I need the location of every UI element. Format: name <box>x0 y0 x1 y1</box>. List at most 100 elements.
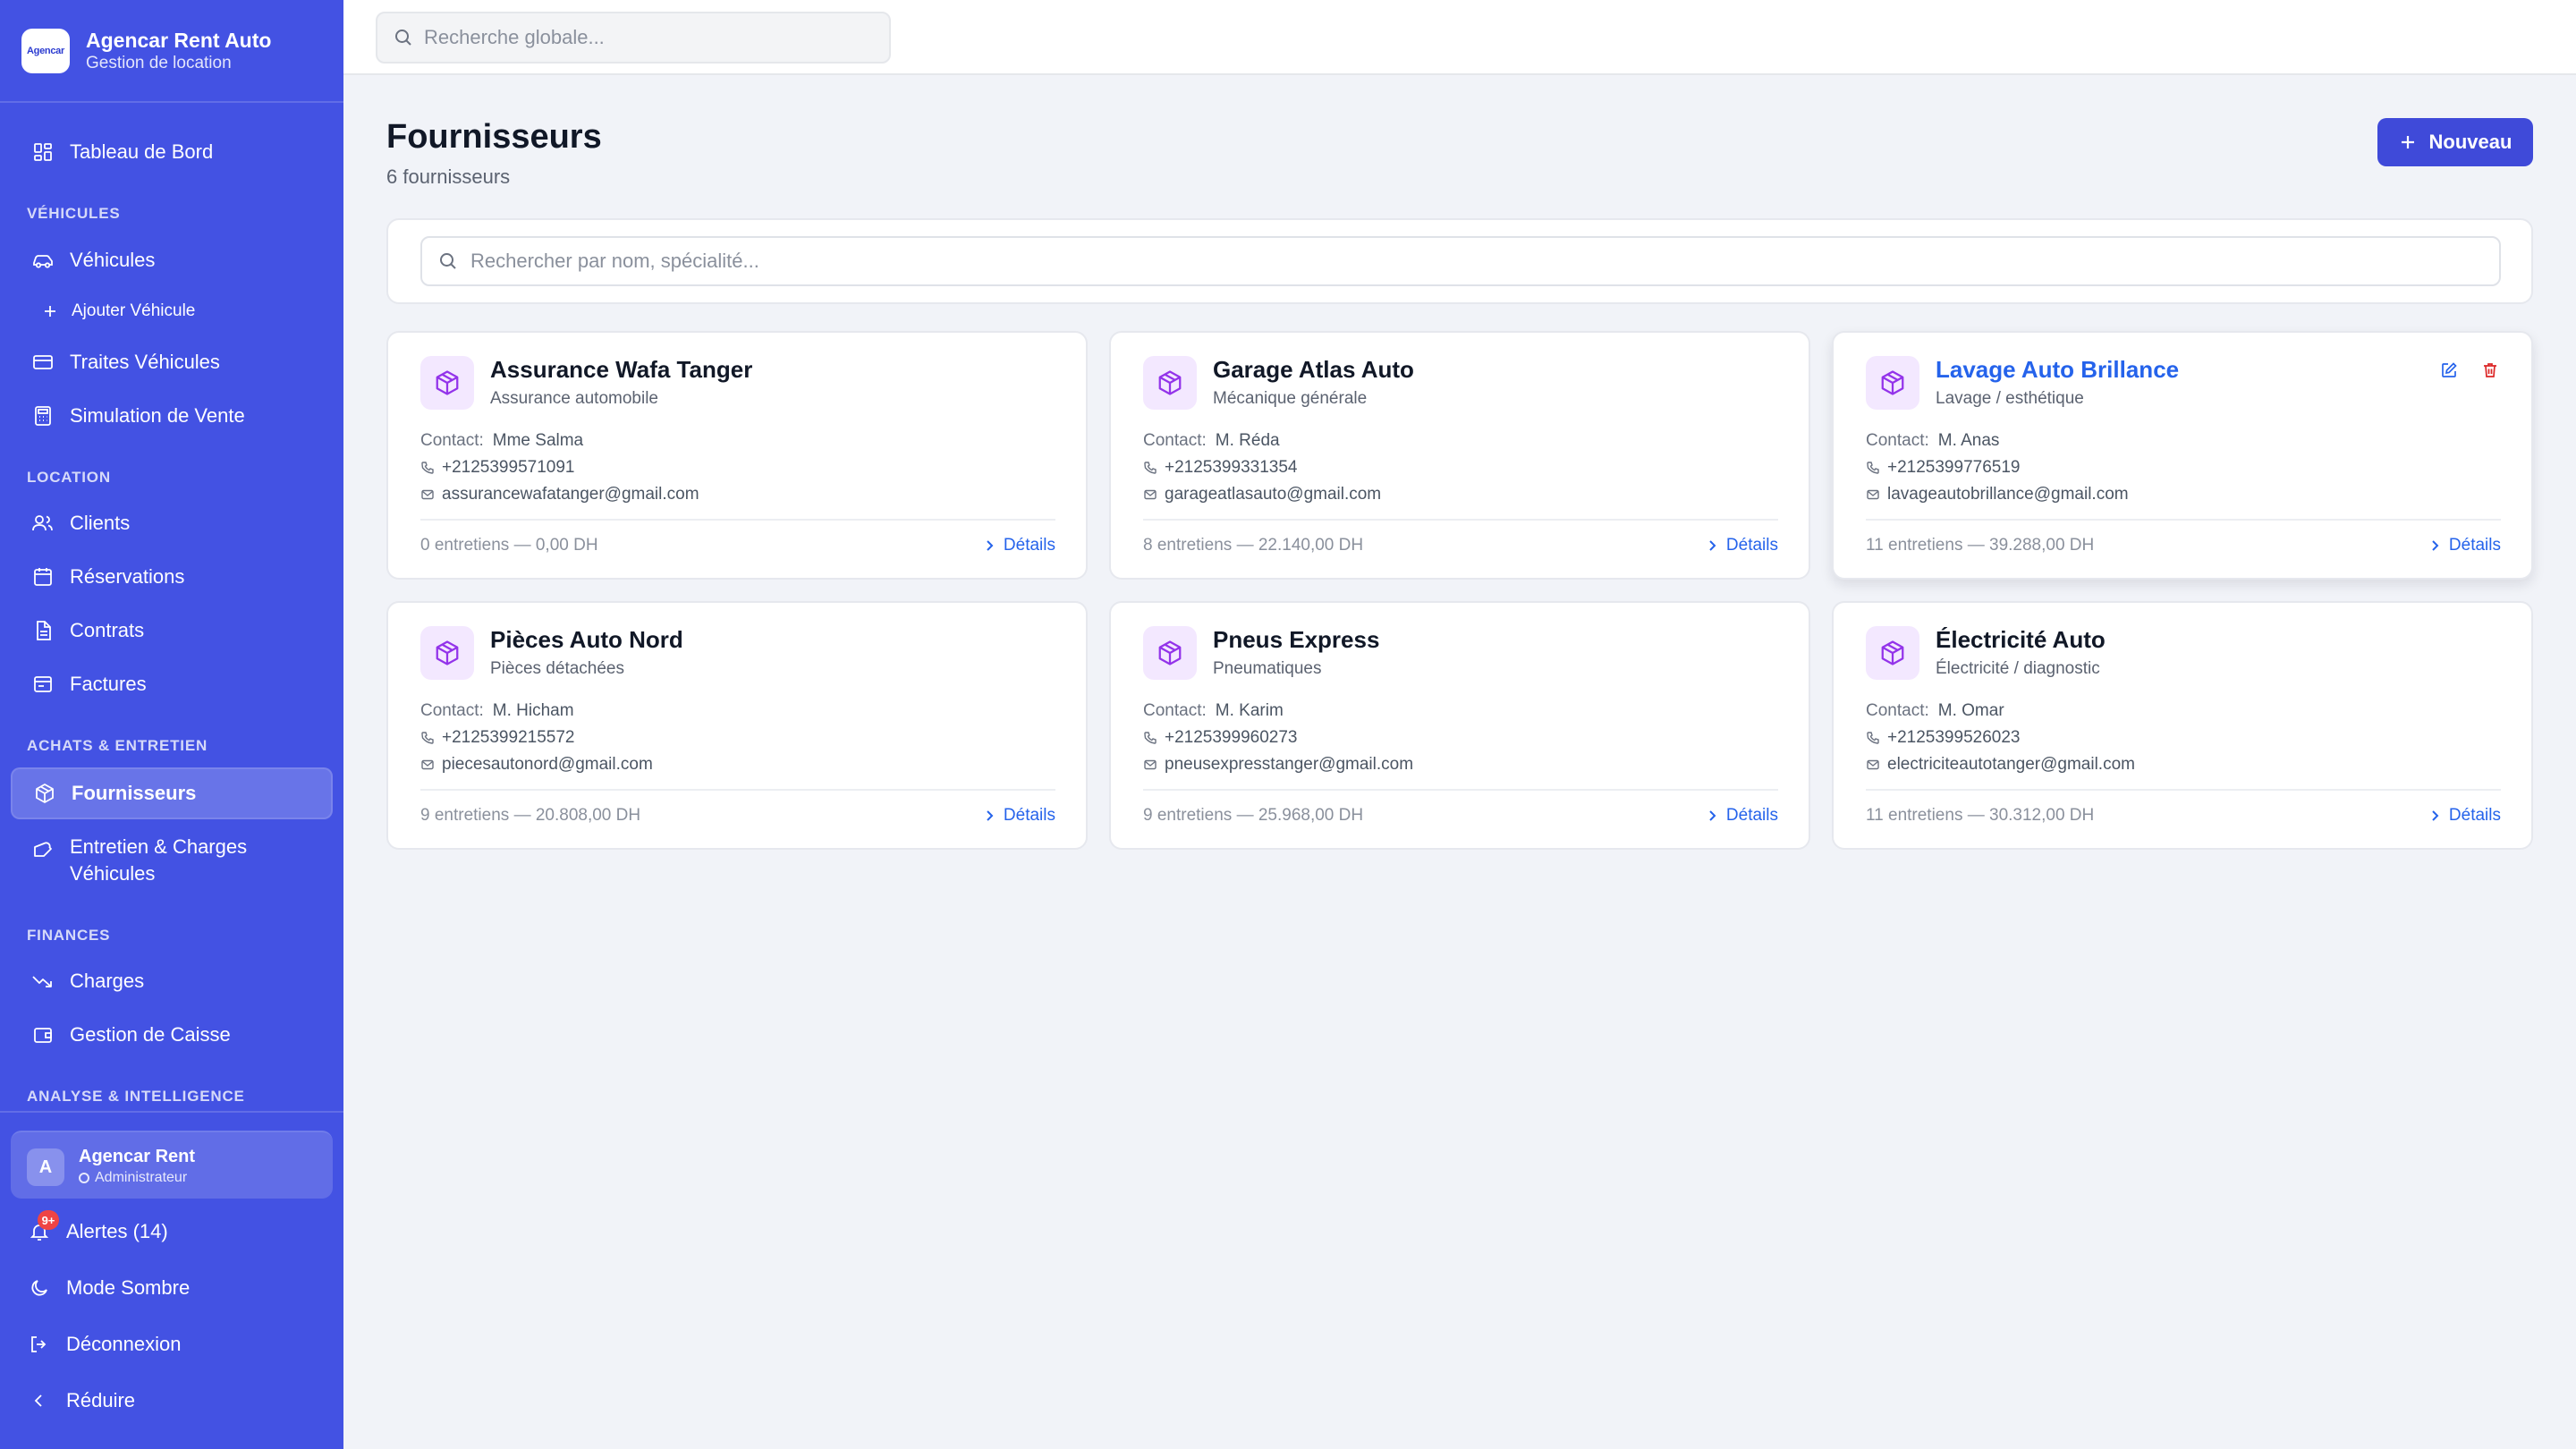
section-analyse: ANALYSE & INTELLIGENCE <box>27 1088 245 1105</box>
global-search-input[interactable] <box>424 26 853 49</box>
details-link[interactable]: Détails <box>2429 806 2501 826</box>
email-value: pneusexpresstanger@gmail.com <box>1165 755 1414 774</box>
email-value: piecesautonord@gmail.com <box>442 755 653 774</box>
package-icon <box>1143 626 1197 680</box>
supplier-name[interactable]: Garage Atlas Auto <box>1213 356 1414 384</box>
sidebar-item-entretien[interactable]: Entretien & Charges Véhicules <box>11 821 333 896</box>
supplier-stats: 0 entretiens — 0,00 DH <box>420 536 598 555</box>
details-label: Détails <box>2448 806 2501 825</box>
contact-label: Contact: <box>420 701 484 720</box>
email-value: electriciteautotanger@gmail.com <box>1887 755 2135 774</box>
phone-value: +2125399571091 <box>442 458 575 477</box>
supplier-name[interactable]: Électricité Auto <box>1936 626 2106 654</box>
details-link[interactable]: Détails <box>984 806 1055 826</box>
supplier-contact: Contact: M. Karim <box>1143 701 1284 721</box>
supplier-phone: +2125399960273 <box>1143 728 1297 748</box>
supplier-card[interactable]: Garage Atlas Auto Mécanique générale Con… <box>1109 331 1810 580</box>
sidebar-item-charges[interactable]: Charges <box>11 955 333 1007</box>
details-link[interactable]: Détails <box>984 536 1055 555</box>
chevron-right-icon <box>984 809 995 822</box>
alerts-badge: 9+ <box>38 1210 59 1230</box>
chevron-left-icon <box>27 1388 52 1413</box>
card-divider <box>420 789 1055 791</box>
contact-value: M. Réda <box>1215 431 1280 450</box>
supplier-card[interactable]: Assurance Wafa Tanger Assurance automobi… <box>386 331 1088 580</box>
section-location: LOCATION <box>27 469 111 486</box>
sidebar-item-simulation[interactable]: Simulation de Vente <box>11 390 333 442</box>
mail-icon <box>1866 487 1880 502</box>
contact-value: M. Omar <box>1937 701 2004 720</box>
file-text-icon <box>30 618 55 643</box>
sidebar-item-traites[interactable]: Traites Véhicules <box>11 336 333 388</box>
trending-down-icon <box>30 969 55 994</box>
trash-icon[interactable] <box>2479 360 2501 381</box>
contact-label: Contact: <box>1143 431 1207 450</box>
supplier-name[interactable]: Lavage Auto Brillance <box>1936 356 2179 384</box>
card-actions <box>2438 360 2501 381</box>
sidebar-item-reservations[interactable]: Réservations <box>11 551 333 603</box>
details-link[interactable]: Détails <box>1707 806 1778 826</box>
edit-icon[interactable] <box>2438 360 2460 381</box>
new-button-label: Nouveau <box>2428 131 2512 153</box>
supplier-card[interactable]: Pneus Express Pneumatiques Contact: M. Ka… <box>1109 601 1810 850</box>
section-finances: FINANCES <box>27 927 111 944</box>
supplier-card[interactable]: Électricité Auto Électricité / diagnosti… <box>1832 601 2533 850</box>
sidebar-item-add-vehicle[interactable]: Ajouter Véhicule <box>11 291 333 332</box>
sidebar-item-label: Entretien & Charges Véhicules <box>70 835 248 885</box>
sidebar: Agencar Agencar Rent Auto Gestion de loc… <box>0 0 343 1449</box>
supplier-card[interactable]: Pièces Auto Nord Pièces détachées Contac… <box>386 601 1088 850</box>
car-icon <box>30 248 55 273</box>
logout-button[interactable]: Déconnexion <box>27 1325 181 1364</box>
sidebar-item-caisse[interactable]: Gestion de Caisse <box>11 1009 333 1061</box>
dashboard-icon <box>30 140 55 165</box>
global-search[interactable] <box>376 12 891 64</box>
supplier-search[interactable] <box>420 236 2501 286</box>
user-profile[interactable]: A Agencar Rent Administrateur <box>11 1131 333 1199</box>
phone-icon <box>1866 731 1880 745</box>
sidebar-item-label: Tableau de Bord <box>70 140 214 163</box>
contact-value: M. Anas <box>1937 431 2000 450</box>
sidebar-item-vehicules[interactable]: Véhicules <box>11 234 333 286</box>
collapse-sidebar-button[interactable]: Réduire <box>27 1381 135 1420</box>
supplier-email: garageatlasauto@gmail.com <box>1143 485 1381 504</box>
logout-label: Déconnexion <box>66 1333 182 1355</box>
supplier-card[interactable]: Lavage Auto Brillance Lavage / esthétiqu… <box>1832 331 2533 580</box>
sidebar-item-label: Charges <box>70 970 145 992</box>
search-icon <box>394 28 413 47</box>
sidebar-item-contrats[interactable]: Contrats <box>11 605 333 657</box>
brand-header: Agencar Agencar Rent Auto Gestion de loc… <box>0 0 343 103</box>
sidebar-item-dashboard[interactable]: Tableau de Bord <box>11 126 333 178</box>
supplier-name[interactable]: Pièces Auto Nord <box>490 626 683 654</box>
supplier-stats: 9 entretiens — 25.968,00 DH <box>1143 806 1364 825</box>
phone-value: +2125399331354 <box>1165 458 1298 477</box>
supplier-name[interactable]: Pneus Express <box>1213 626 1379 654</box>
supplier-specialty: Électricité / diagnostic <box>1936 659 2100 678</box>
receipt-icon <box>30 672 55 697</box>
package-icon <box>1143 356 1197 410</box>
credit-card-icon <box>30 350 55 375</box>
logout-icon <box>27 1332 52 1357</box>
moon-icon <box>27 1275 52 1301</box>
contact-value: M. Hicham <box>492 701 574 720</box>
sidebar-item-factures[interactable]: Factures <box>11 658 333 710</box>
supplier-name[interactable]: Assurance Wafa Tanger <box>490 356 752 384</box>
phone-icon <box>1143 731 1157 745</box>
email-value: assurancewafatanger@gmail.com <box>442 485 699 504</box>
phone-value: +2125399960273 <box>1165 728 1298 747</box>
plus-icon <box>2399 133 2417 151</box>
card-divider <box>1866 789 2501 791</box>
details-link[interactable]: Détails <box>1707 536 1778 555</box>
sidebar-item-label: Véhicules <box>70 249 156 271</box>
supplier-contact: Contact: M. Omar <box>1866 701 2004 721</box>
dark-mode-toggle[interactable]: Mode Sombre <box>27 1268 190 1308</box>
supplier-email: pneusexpresstanger@gmail.com <box>1143 755 1413 775</box>
supplier-search-input[interactable] <box>470 250 2438 273</box>
alerts-button[interactable]: 9+ Alertes (14) <box>27 1210 168 1251</box>
chevron-right-icon <box>2429 809 2440 822</box>
sidebar-item-fournisseurs[interactable]: Fournisseurs <box>11 767 333 819</box>
calculator-icon <box>30 403 55 428</box>
sidebar-item-clients[interactable]: Clients <box>11 497 333 549</box>
details-link[interactable]: Détails <box>2429 536 2501 555</box>
new-supplier-button[interactable]: Nouveau <box>2377 118 2533 166</box>
contact-value: M. Karim <box>1215 701 1284 720</box>
